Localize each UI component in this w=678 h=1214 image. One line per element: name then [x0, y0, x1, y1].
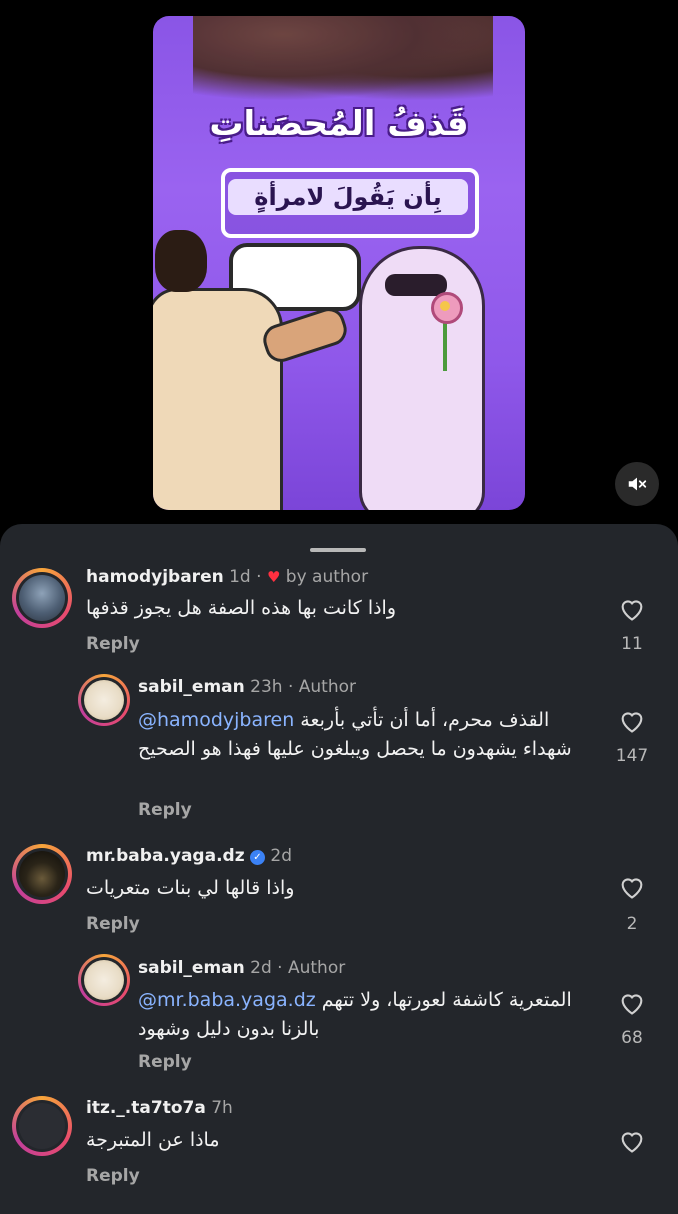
reel-subtitle: بِأن يَقُولَ لامرأةٍ [228, 179, 468, 215]
reply-button[interactable]: Reply [86, 1166, 140, 1186]
comment-username[interactable]: hamodyjbaren [86, 567, 224, 587]
heart-outline-icon[interactable] [618, 596, 646, 622]
liked-by-author-label: by author [285, 567, 369, 587]
comment-username[interactable]: mr.baba.yaga.dz [86, 846, 245, 866]
meta-separator: · [277, 958, 283, 978]
reply-button[interactable]: Reply [86, 914, 140, 934]
sheet-drag-handle[interactable] [310, 548, 366, 552]
comment-meta: sabil_eman 2d · Author [138, 958, 345, 978]
mute-button[interactable] [615, 462, 659, 506]
avatar[interactable] [78, 954, 130, 1006]
like-count: 68 [621, 1028, 643, 1048]
illustration-niqab [385, 274, 447, 296]
meta-separator: · [287, 677, 294, 697]
avatar[interactable] [78, 674, 130, 726]
reel-illustration-top [193, 16, 493, 101]
avatar[interactable] [12, 568, 72, 628]
mention-link[interactable]: @mr.baba.yaga.dz [138, 989, 316, 1011]
like-count: 2 [626, 914, 638, 934]
comment-username[interactable]: sabil_eman [138, 958, 245, 978]
comment-time: 7h [211, 1098, 233, 1118]
comment-meta: sabil_eman 23h · Author [138, 677, 356, 697]
comments-sheet: hamodyjbaren 1d · ♥ by author واذا كانت … [0, 524, 678, 1214]
comment-text: ماذا عن المتبرجة [86, 1129, 220, 1151]
heart-outline-icon[interactable] [618, 874, 646, 900]
comment-time: 2d [270, 846, 293, 866]
comment-meta: mr.baba.yaga.dz ✓ 2d [86, 846, 292, 866]
mute-icon [628, 477, 647, 491]
reply-button[interactable]: Reply [138, 1052, 192, 1072]
verified-badge-icon: ✓ [250, 850, 265, 865]
meta-separator: · [256, 567, 262, 587]
comment-meta: hamodyjbaren 1d · ♥ by author [86, 567, 368, 587]
reply-button[interactable]: Reply [138, 800, 192, 820]
comment-username[interactable]: sabil_eman [138, 677, 245, 697]
comment-text: @hamodyjbaren القذف محرم، أما أن تأتي بأ… [138, 706, 588, 764]
comment-time: 23h [250, 677, 283, 697]
comment-username[interactable]: itz._.ta7to7a [86, 1098, 206, 1118]
heart-outline-icon[interactable] [618, 1128, 646, 1154]
author-label: Author [298, 677, 356, 697]
comment-text: واذا قالها لي بنات متعريات [86, 877, 295, 899]
comment-text: واذا كانت بها هذه الصفة هل يجوز قذفها [86, 597, 397, 619]
mention-link[interactable]: @hamodyjbaren [138, 709, 294, 731]
reel-video[interactable]: قَذفُ المُحصَناتِ بِأن يَقُولَ لامرأةٍ [153, 16, 525, 510]
reel-title: قَذفُ المُحصَناتِ [209, 104, 469, 144]
comment-meta: itz._.ta7to7a 7h [86, 1098, 233, 1118]
like-count: 147 [615, 746, 649, 766]
comment-time: 2d [250, 958, 272, 978]
author-label: Author [287, 958, 346, 978]
comment-text: @mr.baba.yaga.dz المتعرية كاشفة لعورتها،… [138, 986, 588, 1044]
avatar[interactable] [12, 844, 72, 904]
illustration-man-head [155, 230, 207, 292]
reply-button[interactable]: Reply [86, 634, 140, 654]
flower-center [440, 301, 450, 311]
avatar[interactable] [12, 1096, 72, 1156]
heart-outline-icon[interactable] [618, 990, 646, 1016]
heart-outline-icon[interactable] [618, 708, 646, 734]
red-heart-icon: ♥ [266, 568, 281, 586]
like-count: 11 [621, 634, 643, 654]
comment-time: 1d [229, 567, 251, 587]
illustration-man [153, 288, 283, 510]
